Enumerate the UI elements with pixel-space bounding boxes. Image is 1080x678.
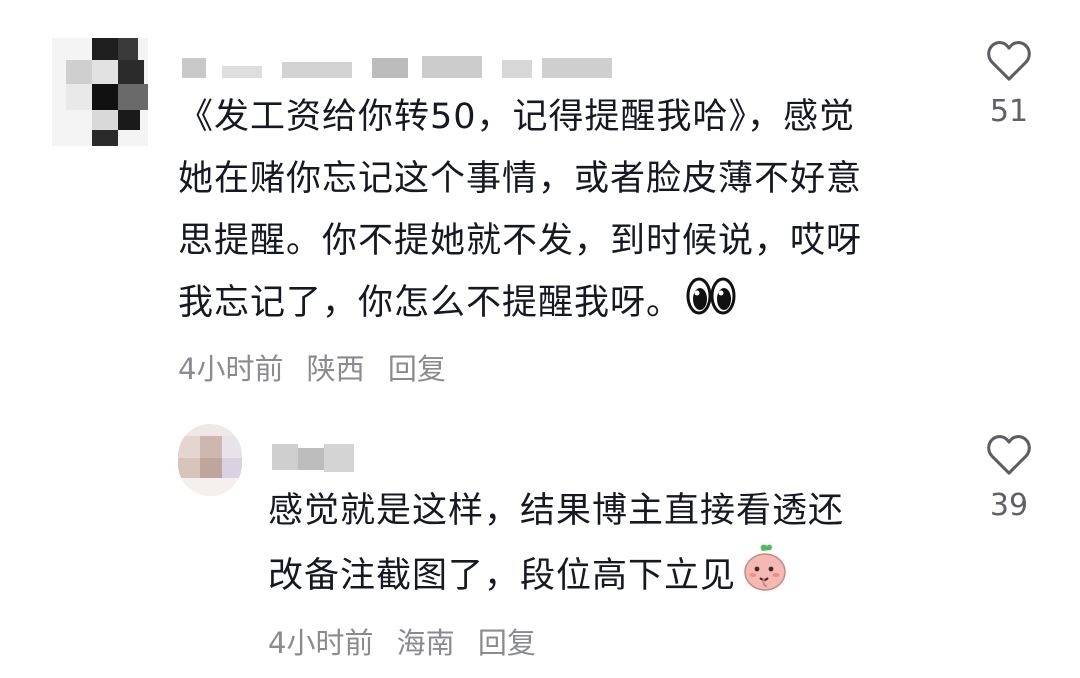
comment-text-segment: 改备注截图了，段位高下立见: [268, 556, 737, 596]
heart-icon: [987, 435, 1031, 475]
comment-meta: 4小时前 陕西 回复: [178, 346, 460, 388]
comment-location: 海南: [396, 626, 455, 660]
like-button[interactable]: 51: [979, 40, 1039, 129]
comment-time: 4小时前: [178, 352, 284, 386]
comment-time: 4小时前: [268, 626, 374, 660]
like-button[interactable]: 39: [979, 434, 1039, 523]
like-count: 39: [989, 488, 1029, 523]
comment-text-segment: 我忘记了，你怎么不提醒我呀。: [178, 283, 683, 323]
comment-meta: 4小时前 海南 回复: [268, 620, 550, 662]
peach-emoji: [740, 542, 790, 612]
reply-button[interactable]: 回复: [388, 352, 446, 386]
comment-text: 《发工资给你转50，记得提醒我哈》，感觉 她在赌你忘记这个事情，或者脸皮薄不好意…: [178, 86, 958, 335]
username[interactable]: [182, 52, 622, 80]
avatar[interactable]: [52, 38, 148, 146]
reply-button[interactable]: 回复: [478, 626, 536, 660]
comment-text-line: 《发工资给你转50，记得提醒我哈》，感觉: [178, 97, 856, 137]
comment-location: 陕西: [306, 352, 365, 386]
avatar[interactable]: [178, 424, 242, 496]
comment-text: 感觉就是这样，结果博主直接看透还 改备注截图了，段位高下立见: [268, 480, 928, 612]
comment-text-line-with-emoji: 我忘记了，你怎么不提醒我呀。: [178, 272, 958, 335]
comment-text-line-with-emoji: 改备注截图了，段位高下立见: [268, 542, 928, 612]
eyes-emoji: [686, 273, 736, 335]
username[interactable]: [272, 444, 362, 472]
comment-text-line: 思提醒。你不提她就不发，到时候说，哎呀: [178, 221, 863, 261]
heart-icon: [987, 41, 1031, 81]
comment-text-line: 感觉就是这样，结果博主直接看透还: [268, 491, 845, 531]
like-count: 51: [989, 94, 1029, 129]
comment-text-line: 她在赌你忘记这个事情，或者脸皮薄不好意: [178, 159, 863, 199]
